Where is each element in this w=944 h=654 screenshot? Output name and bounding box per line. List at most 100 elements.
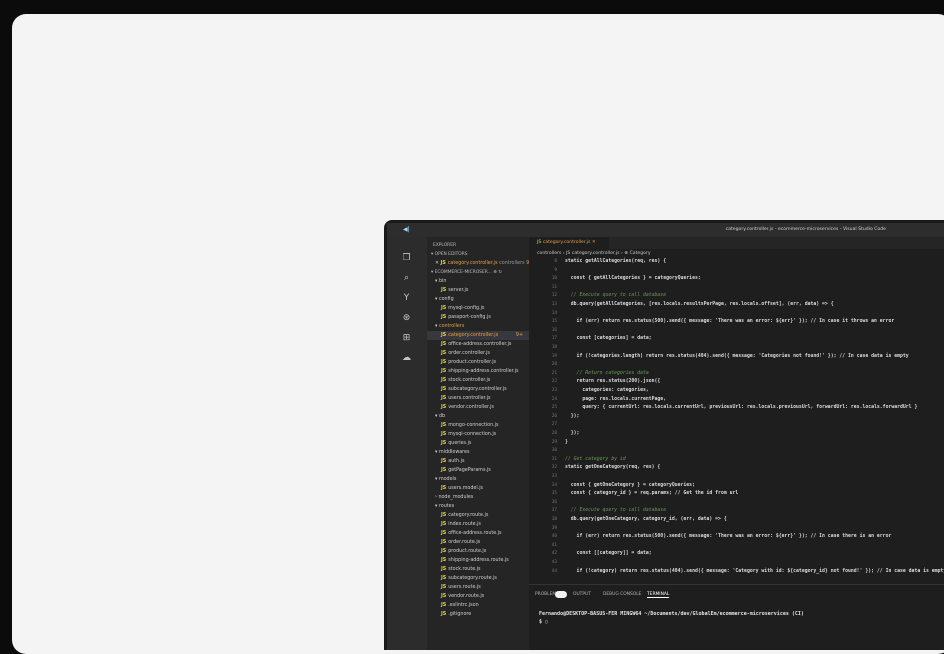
tree-file[interactable]: JS shipping-address.route.js	[427, 556, 529, 565]
extensions-icon[interactable]: ⊞	[401, 333, 412, 344]
search-icon[interactable]: ⌕	[401, 273, 412, 284]
tree-item-label: users.controller.js	[448, 396, 491, 401]
line-number: 32	[551, 465, 557, 471]
tree-file[interactable]: JS mysql-config.js	[427, 304, 529, 313]
code-line: page: res.locals.currentPage,	[565, 396, 667, 402]
js-file-icon: JS	[441, 405, 447, 410]
tree-item-label: index.route.js	[448, 522, 481, 527]
js-file-icon: JS	[441, 576, 447, 581]
line-number: 31	[551, 456, 557, 462]
tree-item-label: controllers	[438, 324, 465, 329]
tree-item-label: config	[438, 297, 454, 302]
code-line: db.query(getOneCategory, category_id, (e…	[565, 517, 727, 522]
code-line: db.query(getAllCategories, [res.locals.r…	[565, 302, 834, 307]
code-line: const { category_id } = req.params; // G…	[565, 491, 739, 497]
tree-file[interactable]: JS index.route.js	[427, 520, 529, 529]
tab-debug-console[interactable]: DEBUG CONSOLE	[603, 592, 641, 597]
js-file-icon: JS	[441, 567, 447, 572]
tree-item-label: vendor.controller.js	[448, 405, 494, 410]
tree-file[interactable]: JS passport-config.js	[427, 313, 529, 322]
tree-folder[interactable]: › node_modules	[427, 493, 529, 502]
tree-folder[interactable]: ▾ db	[427, 412, 529, 421]
problems-toggle[interactable]	[555, 591, 567, 598]
code-line: if (!category) return res.status(404).se…	[565, 568, 944, 574]
docker-icon[interactable]: ☁	[401, 353, 412, 364]
tree-folder[interactable]: ▾ middlewares	[427, 448, 529, 457]
source-control-icon[interactable]: Y	[401, 293, 412, 304]
tree-file[interactable]: JS product.route.js	[427, 547, 529, 556]
js-file-icon: JS	[441, 315, 447, 320]
tab-terminal[interactable]: TERMINAL	[647, 592, 670, 598]
tree-folder[interactable]: ▾ config	[427, 295, 529, 304]
line-number: 43	[551, 560, 557, 565]
tree-file[interactable]: JS subcategory.controller.js	[427, 385, 529, 394]
tree-item-label: category.route.js	[448, 513, 489, 518]
tree-file[interactable]: JS order.route.js	[427, 538, 529, 547]
tree-folder[interactable]: ▾ routes	[427, 502, 529, 511]
open-editors-header[interactable]: ▾ OPEN EDITORS	[427, 250, 529, 259]
tree-file[interactable]: JS mongo-connection.js	[427, 421, 529, 430]
window-title: category.controller.js - ecommerce-micro…	[725, 227, 886, 232]
code-line: const [categories] = data;	[565, 336, 652, 342]
tree-file[interactable]: JS mysql-connection.js	[427, 430, 529, 439]
tree-file[interactable]: JS office-address.controller.js	[427, 340, 529, 349]
tree-file[interactable]: JS subcategory.route.js	[427, 574, 529, 583]
tree-file[interactable]: JS vendor.controller.js	[427, 403, 529, 412]
line-number: 29	[551, 439, 557, 445]
js-file-icon: JS	[441, 531, 447, 536]
tree-folder[interactable]: ▾ models	[427, 475, 529, 484]
project-header[interactable]: ▾ ECOMMERCE-MICROSER... ⊕ ↻	[427, 268, 529, 277]
line-number: 39	[551, 525, 557, 531]
code-line: // Execute query to call database	[565, 293, 667, 299]
tree-file[interactable]: JS users.controller.js	[427, 394, 529, 403]
tab-output[interactable]: OUTPUT	[573, 592, 591, 597]
tree-file[interactable]: JS auth.js	[427, 457, 529, 466]
tree-item-label: middlewares	[438, 450, 470, 455]
tree-item-label: passport-config.js	[448, 315, 491, 320]
editor-area: JS category.controller.js ✕ controllers …	[529, 237, 944, 650]
open-editors-label: OPEN EDITORS	[434, 252, 468, 257]
tree-file[interactable]: JS vendor.route.js	[427, 592, 529, 601]
code-view[interactable]: 8 static getAllCategories(req, res) {9 10 …	[529, 259, 944, 579]
tab-category-controller[interactable]: JS category.controller.js ✕	[529, 237, 609, 249]
tree-file[interactable]: JS server.js	[427, 286, 529, 295]
tree-file[interactable]: JS users.route.js	[427, 583, 529, 592]
line-number: 30	[551, 448, 557, 454]
tree-file[interactable]: JS users.model.js	[427, 484, 529, 493]
tree-file[interactable]: JS product.controller.js	[427, 358, 529, 367]
js-file-icon: JS	[441, 351, 447, 356]
js-file-icon: JS	[441, 459, 447, 464]
tree-file[interactable]: JS queries.js	[427, 439, 529, 448]
terminal-input[interactable]: $ ▯	[539, 619, 548, 625]
tree-file[interactable]: JS stock.route.js	[427, 565, 529, 574]
tree-folder[interactable]: ▾ bin	[427, 277, 529, 286]
tree-file[interactable]: JS category.controller.js 9+	[427, 331, 529, 340]
tree-file[interactable]: JS .eslintrc.json	[427, 601, 529, 610]
code-line: if (err) return res.status(500).send({ m…	[565, 319, 895, 325]
code-line: static getAllCategories(req, res) {	[565, 259, 667, 264]
tree-file[interactable]: JS category.route.js	[427, 511, 529, 520]
files-icon[interactable]: ❐	[401, 253, 412, 264]
tree-file[interactable]: JS order.controller.js	[427, 349, 529, 358]
open-editor-item[interactable]: ✕ JScategory.controller.js controllers 9…	[427, 259, 533, 268]
tree-item-label: shipping-address.route.js	[448, 558, 509, 563]
line-number: 15	[551, 319, 557, 325]
tree-file[interactable]: JS office-address.route.js	[427, 529, 529, 538]
tree-folder[interactable]: ▾ controllers	[427, 322, 529, 331]
debug-icon[interactable]: ⊛	[401, 313, 412, 324]
refresh-icon[interactable]: ↻	[498, 270, 502, 275]
code-line: // Return categories data	[565, 370, 649, 376]
line-number: 40	[551, 534, 557, 540]
new-file-icon[interactable]: ⊕	[493, 270, 497, 275]
tree-file[interactable]: JS shipping-address.controller.js	[427, 367, 529, 376]
tree-file[interactable]: JS stock.controller.js	[427, 376, 529, 385]
tree-item-label: shipping-address.controller.js	[448, 369, 519, 374]
code-line: categories: categories,	[565, 388, 649, 393]
tree-file[interactable]: JS getPageParams.js	[427, 466, 529, 475]
tree-item-label: mongo-connection.js	[448, 423, 499, 428]
js-file-icon: JS	[441, 603, 447, 608]
tree-file[interactable]: JS .gitignore	[427, 610, 529, 619]
line-number: 35	[551, 491, 557, 497]
line-number: 18	[551, 345, 557, 350]
tree-item-label: routes	[438, 504, 455, 509]
